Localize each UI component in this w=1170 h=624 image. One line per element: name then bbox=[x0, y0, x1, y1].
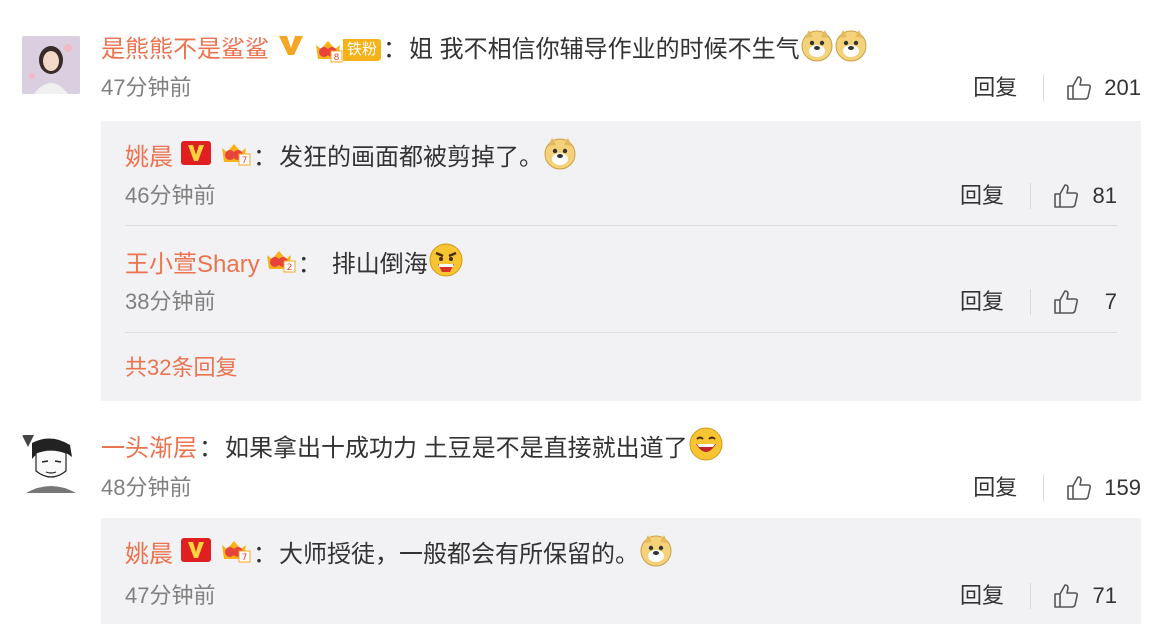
laugh-emoji-icon bbox=[688, 426, 724, 471]
like-count: 81 bbox=[1092, 183, 1117, 208]
doge-emoji-icon bbox=[543, 136, 577, 179]
comment-text: 如果拿出十成功力 土豆是不是直接就出道了 bbox=[225, 434, 688, 462]
thumbs-up-icon bbox=[1054, 184, 1079, 208]
reply-username[interactable]: 姚晨 bbox=[125, 142, 173, 174]
reply-thread: 姚晨 7 ： 发狂的画面都被剪掉了。 46分钟前 回复 81 王小萱Shary … bbox=[101, 121, 1141, 401]
reply-button[interactable]: 回复 bbox=[973, 474, 1017, 502]
like-count: 159 bbox=[1104, 475, 1141, 500]
vip-v-icon[interactable] bbox=[277, 33, 305, 66]
reply-button[interactable]: 回复 bbox=[973, 74, 1017, 102]
comment-username[interactable]: 一头渐层 bbox=[101, 433, 197, 465]
reply-username[interactable]: 姚晨 bbox=[125, 539, 173, 571]
reply-divider bbox=[125, 332, 1117, 333]
reply-time: 46分钟前 bbox=[125, 183, 216, 208]
svg-text:8: 8 bbox=[334, 53, 340, 63]
comment-item: 一头渐层 ： 如果拿出十成功力 土豆是不是直接就出道了 48分钟前 回复 159… bbox=[0, 400, 1170, 624]
comment-time: 47分钟前 bbox=[101, 75, 192, 100]
reply-time: 38分钟前 bbox=[125, 289, 216, 314]
like-count: 201 bbox=[1104, 75, 1141, 100]
like-count: 71 bbox=[1092, 583, 1117, 608]
reply-time: 47分钟前 bbox=[125, 583, 216, 608]
like-button[interactable]: 7 bbox=[1053, 288, 1117, 316]
doge-emoji-icon bbox=[800, 28, 834, 71]
reply-text: 排山倒海 bbox=[331, 250, 428, 278]
reply-divider bbox=[125, 225, 1117, 226]
comment-username[interactable]: 是熊熊不是鲨鲨 bbox=[101, 34, 269, 66]
vip-crown-icon[interactable]: 2 bbox=[264, 247, 296, 282]
vip-crown-icon[interactable]: 7 bbox=[219, 140, 251, 175]
reply-username[interactable]: 王小萱Shary bbox=[125, 249, 260, 281]
svg-text:7: 7 bbox=[242, 156, 248, 166]
reply-thread: 姚晨 7 ： 大师授徒，一般都会有所保留的。 47分钟前 回复 71 bbox=[101, 518, 1141, 624]
reply-actions: 回复 7 bbox=[960, 288, 1117, 316]
reply-text: 大师授徒，一般都会有所保留的。 bbox=[279, 540, 639, 568]
thumbs-up-icon bbox=[1054, 584, 1079, 608]
user-avatar[interactable] bbox=[22, 36, 80, 94]
doge-emoji-icon bbox=[834, 28, 868, 71]
fan-badge-label: 铁粉 bbox=[343, 38, 382, 61]
angry-emoji-icon bbox=[428, 242, 464, 287]
thumbs-up-icon bbox=[1054, 290, 1079, 314]
like-button[interactable]: 159 bbox=[1066, 474, 1141, 502]
user-avatar[interactable] bbox=[22, 435, 80, 493]
comment-actions: 回复 159 bbox=[973, 474, 1141, 502]
comment-item: 是熊熊不是鲨鲨 8 铁粉 ： 姐 我不相信你辅导作业的时候不生气 47分钟前 回… bbox=[0, 0, 1170, 401]
verified-v-icon[interactable] bbox=[181, 140, 211, 175]
thumbs-up-icon bbox=[1067, 76, 1092, 100]
reply-text: 发狂的画面都被剪掉了。 bbox=[279, 143, 543, 171]
reply-button[interactable]: 回复 bbox=[960, 182, 1004, 210]
more-replies-link[interactable]: 共32条回复 bbox=[125, 354, 237, 382]
like-button[interactable]: 71 bbox=[1053, 582, 1117, 610]
svg-text:2: 2 bbox=[286, 263, 292, 273]
fan-badge[interactable]: 8 铁粉 bbox=[313, 37, 382, 63]
reply-actions: 回复 81 bbox=[960, 182, 1117, 210]
svg-text:7: 7 bbox=[242, 553, 248, 563]
reply-button[interactable]: 回复 bbox=[960, 582, 1004, 610]
doge-emoji-icon bbox=[639, 533, 673, 576]
comment-time: 48分钟前 bbox=[101, 475, 192, 500]
reply-button[interactable]: 回复 bbox=[960, 288, 1004, 316]
verified-v-icon[interactable] bbox=[181, 537, 211, 572]
reply-actions: 回复 71 bbox=[960, 582, 1117, 610]
like-count: 7 bbox=[1104, 289, 1117, 314]
like-button[interactable]: 81 bbox=[1053, 182, 1117, 210]
vip-crown-icon[interactable]: 7 bbox=[219, 537, 251, 572]
comment-actions: 回复 201 bbox=[973, 74, 1141, 102]
like-button[interactable]: 201 bbox=[1066, 74, 1141, 102]
thumbs-up-icon bbox=[1067, 476, 1092, 500]
comment-text: 姐 我不相信你辅导作业的时候不生气 bbox=[409, 35, 800, 63]
